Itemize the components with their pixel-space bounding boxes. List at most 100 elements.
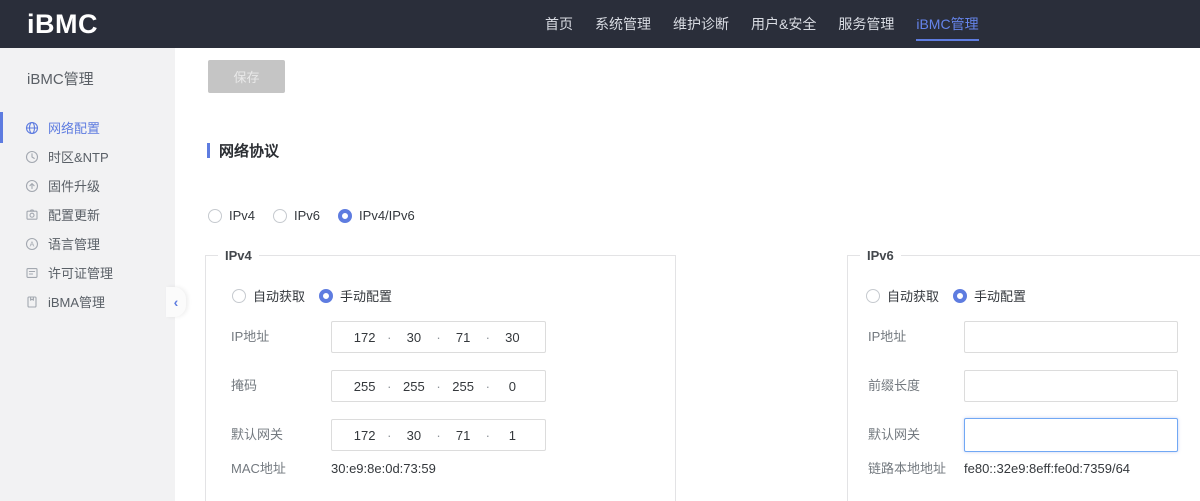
radio-option[interactable]: 自动获取 <box>232 286 305 305</box>
sidebar-item[interactable]: 许可证管理 <box>0 258 175 287</box>
field-row: IP地址 <box>848 321 1200 353</box>
sidebar-collapse-button[interactable]: ‹ <box>166 287 186 317</box>
text-input[interactable] <box>964 321 1178 353</box>
radio-checked-icon[interactable] <box>338 209 352 223</box>
config-update-icon <box>25 208 39 222</box>
ip-segment[interactable]: 71 <box>445 330 482 345</box>
save-button[interactable]: 保存 <box>208 60 285 93</box>
radio-label: 手动配置 <box>340 286 392 305</box>
sidebar-item[interactable]: 配置更新 <box>0 200 175 229</box>
radio-icon[interactable] <box>232 289 246 303</box>
nav-item[interactable]: 服务管理 <box>838 0 894 48</box>
radio-option[interactable]: 手动配置 <box>319 286 392 305</box>
sidebar-menu: 网络配置时区&NTP 固件升级配置更新 A 语言管理许可证管理 iBMA管理 <box>0 113 175 316</box>
field-row: IP地址172·30·71·30 <box>206 321 675 353</box>
sidebar-item[interactable]: 网络配置 <box>0 113 175 142</box>
ip-segment[interactable]: 71 <box>445 428 482 443</box>
sidebar-item[interactable]: A 语言管理 <box>0 229 175 258</box>
radio-icon[interactable] <box>273 209 287 223</box>
ip-address-input[interactable]: 172·30·71·30 <box>331 321 546 353</box>
radio-label: IPv4/IPv6 <box>359 208 415 223</box>
radio-icon[interactable] <box>208 209 222 223</box>
ipv4-mode-radio-group: 自动获取 手动配置 <box>232 286 392 305</box>
text-input[interactable] <box>964 370 1178 402</box>
radio-option[interactable]: IPv4 <box>208 208 255 223</box>
nav-item[interactable]: iBMC管理 <box>916 0 978 48</box>
ibma-icon <box>25 295 39 309</box>
sidebar-item-label: 配置更新 <box>48 205 100 224</box>
radio-option[interactable]: 自动获取 <box>866 286 939 305</box>
ipv6-legend: IPv6 <box>860 248 901 263</box>
radio-checked-icon[interactable] <box>319 289 333 303</box>
language-icon: A <box>25 237 39 251</box>
section-title-text: 网络协议 <box>219 140 279 161</box>
ip-segment[interactable]: 30 <box>494 330 531 345</box>
main-content: 保存 网络协议 IPv4IPv6IPv4/IPv6 IPv4 自动获取手动配置 … <box>175 48 1200 501</box>
field-label: IP地址 <box>868 321 906 353</box>
field-label: 掩码 <box>231 370 257 402</box>
radio-option[interactable]: IPv6 <box>273 208 320 223</box>
ipv6-mode-radio-group: 自动获取 手动配置 <box>866 286 1026 305</box>
radio-checked-icon[interactable] <box>953 289 967 303</box>
ip-segment[interactable]: 172 <box>346 428 383 443</box>
dot-separator: · <box>383 330 395 345</box>
dot-separator: · <box>433 379 445 394</box>
top-bar: iBMC 首页系统管理维护诊断用户&安全服务管理 iBMC管理 <box>0 0 1200 48</box>
section-title: 网络协议 <box>207 140 279 161</box>
top-nav: 首页系统管理维护诊断用户&安全服务管理 iBMC管理 <box>545 0 979 48</box>
dot-separator: · <box>482 330 494 345</box>
sidebar-item[interactable]: iBMA管理 <box>0 287 175 316</box>
dot-separator: · <box>482 428 494 443</box>
ip-address-input[interactable]: 172·30·71·1 <box>331 419 546 451</box>
ip-segment[interactable]: 255 <box>395 379 432 394</box>
field-value: fe80::32e9:8eff:fe0d:7359/64 <box>964 453 1130 485</box>
field-label: MAC地址 <box>231 453 286 485</box>
radio-icon[interactable] <box>866 289 880 303</box>
field-label: 前缀长度 <box>868 370 920 402</box>
field-label: 默认网关 <box>868 419 920 451</box>
ip-segment[interactable]: 255 <box>346 379 383 394</box>
dot-separator: · <box>433 330 445 345</box>
field-label: IP地址 <box>231 321 269 353</box>
sidebar-item[interactable]: 时区&NTP <box>0 142 175 171</box>
ip-segment[interactable]: 255 <box>445 379 482 394</box>
sidebar-title: iBMC管理 <box>0 48 175 89</box>
field-row: 默认网关172·30·71·1 <box>206 419 675 451</box>
nav-item[interactable]: 用户&安全 <box>751 0 816 48</box>
ipv4-fieldset: IPv4 自动获取手动配置 IP地址172·30·71·30掩码255·255·… <box>205 255 676 501</box>
radio-option[interactable]: IPv4/IPv6 <box>338 208 415 223</box>
radio-option[interactable]: 手动配置 <box>953 286 1026 305</box>
nav-item[interactable]: 首页 <box>545 0 573 48</box>
field-label: 默认网关 <box>231 419 283 451</box>
ip-segment[interactable]: 1 <box>494 428 531 443</box>
ip-address-input[interactable]: 255·255·255·0 <box>331 370 546 402</box>
sidebar-item-label: 网络配置 <box>48 118 100 137</box>
ip-segment[interactable]: 30 <box>395 428 432 443</box>
ip-segment[interactable]: 172 <box>346 330 383 345</box>
sidebar-item[interactable]: 固件升级 <box>0 171 175 200</box>
radio-label: 手动配置 <box>974 286 1026 305</box>
nav-item[interactable]: 维护诊断 <box>673 0 729 48</box>
protocol-radio-group: IPv4 IPv6 IPv4/IPv6 <box>208 208 415 223</box>
field-row: 掩码255·255·255·0 <box>206 370 675 402</box>
app-logo: iBMC <box>27 0 98 48</box>
sidebar-item-label: 时区&NTP <box>48 147 109 166</box>
dot-separator: · <box>433 428 445 443</box>
ip-segment[interactable]: 30 <box>395 330 432 345</box>
ipv4-legend: IPv4 <box>218 248 259 263</box>
text-input[interactable] <box>964 418 1178 452</box>
sidebar-item-label: 语言管理 <box>48 234 100 253</box>
section-title-accent-bar <box>207 143 210 158</box>
sidebar-item-label: 许可证管理 <box>48 263 113 282</box>
nav-item[interactable]: 系统管理 <box>595 0 651 48</box>
radio-label: 自动获取 <box>253 286 305 305</box>
sidebar-item-label: iBMA管理 <box>48 292 105 311</box>
field-row: 前缀长度 <box>848 370 1200 402</box>
clock-icon <box>25 150 39 164</box>
ip-segment[interactable]: 0 <box>494 379 531 394</box>
sidebar-item-label: 固件升级 <box>48 176 100 195</box>
chevron-left-icon: ‹ <box>174 295 179 309</box>
sidebar: iBMC管理 网络配置时区&NTP 固件升级配置更新 A 语言管理许可证管理 iBMA管… <box>0 48 175 501</box>
dot-separator: · <box>383 428 395 443</box>
dot-separator: · <box>383 379 395 394</box>
